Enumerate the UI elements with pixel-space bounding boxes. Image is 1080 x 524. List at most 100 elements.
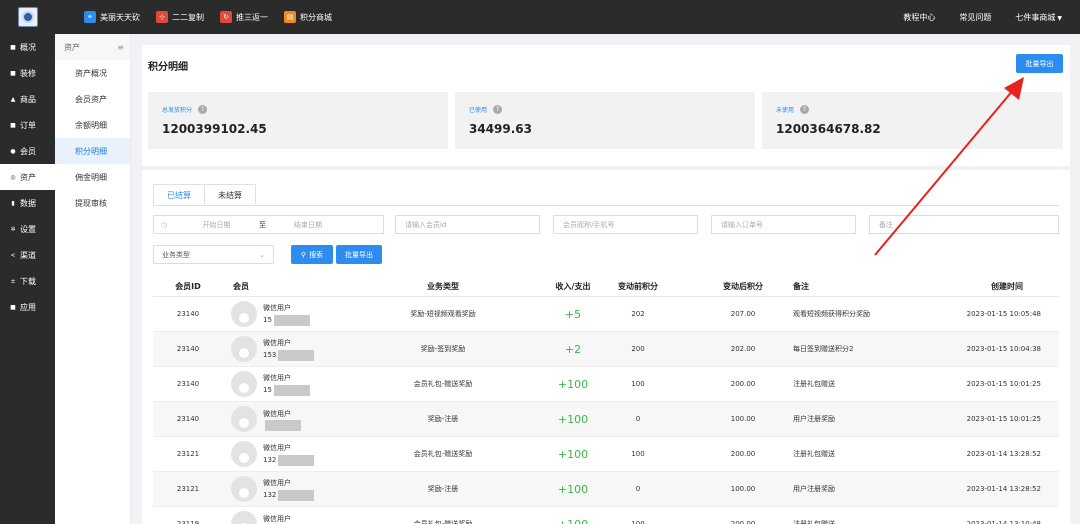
help-icon[interactable]: ? — [800, 105, 810, 114]
member-id-cell: 23121 — [176, 450, 200, 458]
member-nickname: 微信用户 — [263, 444, 291, 452]
sidebar-item-label: 装修 — [20, 68, 36, 78]
page-title: 积分明细 — [148, 62, 188, 73]
member-id-cell: 23140 — [176, 310, 200, 318]
sidebar-item-1[interactable]: ■ 装修 — [0, 60, 55, 86]
shop-menu[interactable]: 七件事商城 ▼ — [1015, 12, 1062, 23]
created-time-cell: 2023-01-14 13:10:48 — [966, 520, 1041, 524]
business-type-cell: 会员礼包-赠送奖励 — [413, 450, 473, 458]
column-header: 备注 — [793, 281, 809, 291]
goods-icon: ▲ — [10, 95, 16, 103]
help-icon[interactable]: ? — [493, 105, 503, 114]
top-app-4[interactable]: ▤ 积分商城 — [284, 11, 332, 23]
sidebar-item-5[interactable]: ◎ 资产 — [0, 164, 55, 190]
settings-icon: ✲ — [10, 225, 16, 233]
shop-menu-label: 七件事商城 — [1015, 12, 1056, 22]
member-info: 微信用户 153 — [263, 337, 315, 361]
table-row[interactable]: 23140 微信用户 奖励-注册 +100 0 100.00 用户注册奖励 2023-01-1… — [153, 402, 1059, 437]
date-range-separator: 至 — [259, 220, 266, 229]
member-phone: 132 — [263, 456, 277, 464]
business-type-cell: 奖励-短视频观看奖励 — [410, 310, 476, 318]
after-points-cell: 200.00 — [730, 380, 756, 388]
top-app-2[interactable]: ⊹ 二二复制 — [156, 11, 204, 23]
business-type-cell: 会员礼包-赠送奖励 — [413, 520, 473, 524]
logo-emblem-icon — [22, 11, 34, 23]
sidebar-item-9[interactable]: ± 下载 — [0, 268, 55, 294]
remark-cell: 注册礼包赠送 — [793, 450, 835, 458]
sidebar-item-label: 下载 — [20, 276, 36, 286]
top-app-3[interactable]: ↻ 推三返一 — [220, 11, 268, 23]
business-type-cell: 奖励-注册 — [427, 415, 459, 423]
remark-input[interactable]: 备注 — [869, 215, 1059, 234]
help-icon[interactable]: ? — [198, 105, 208, 114]
table-row[interactable]: 23140 微信用户 15 会员礼包-赠送奖励 +100 100 200.00 注册礼包赠送 2… — [153, 367, 1059, 402]
top-links: 教程中心 常见问题 七件事商城 ▼ — [879, 0, 1062, 34]
sub-sidebar-items: 资产概况 会员资产 余额明细 积分明细 佣金明细 提现审核 — [55, 60, 130, 216]
sidebar-item-6[interactable]: ▮ 数据 — [0, 190, 55, 216]
decor-icon: ■ — [10, 69, 16, 77]
sub-sidebar-item-1[interactable]: 会员资产 — [55, 86, 130, 112]
member-info: 微信用户 — [263, 513, 301, 524]
end-date-input[interactable]: 结束日期 — [279, 220, 383, 230]
asset-icon: ◎ — [10, 173, 16, 181]
stat-value: 1200399102.45 — [162, 122, 267, 136]
summary-card: 积分明细 批量导出 总发放积分? 1200399102.45 已使用? 3449… — [142, 45, 1070, 166]
sidebar-item-8[interactable]: < 渠道 — [0, 242, 55, 268]
member-phone-row — [263, 419, 301, 431]
stat-label: 未使用 — [776, 107, 795, 114]
table-row[interactable]: 23140 微信用户 153 奖励-签到奖励 +2 200 202.00 每日签到赠送积分2 2… — [153, 332, 1059, 367]
records-card: 已结算 未结算 ◷ 开始日期 至 结束日期 请输入会员id 会员昵称/手机号 请… — [142, 170, 1070, 524]
member-phone-row: 153 — [263, 349, 315, 361]
sub-sidebar-item-0[interactable]: 资产概况 — [55, 60, 130, 86]
member-id-cell: 23121 — [176, 485, 200, 493]
apps-icon: ■ — [10, 303, 16, 311]
sidebar-item-4[interactable]: ● 会员 — [0, 138, 55, 164]
batch-export-button-top[interactable]: 批量导出 — [1016, 54, 1063, 73]
member-phone: 15 — [263, 316, 272, 324]
user-silhouette-icon — [239, 418, 249, 428]
faq-link[interactable]: 常见问题 — [959, 12, 991, 23]
sidebar-item-10[interactable]: ■ 应用 — [0, 294, 55, 320]
sub-sidebar-item-2[interactable]: 余额明细 — [55, 112, 130, 138]
table-row[interactable]: 23119 微信用户 会员礼包-赠送奖励 +100 100 200.00 注册礼包赠送 202… — [153, 507, 1059, 524]
order-number-input[interactable]: 请输入订单号 — [711, 215, 856, 234]
sub-sidebar-item-4[interactable]: 佣金明细 — [55, 164, 130, 190]
after-points-cell: 207.00 — [730, 310, 756, 318]
channel-icon: < — [10, 251, 16, 259]
collapse-menu-icon[interactable]: ≡ — [117, 43, 124, 52]
tutorial-link[interactable]: 教程中心 — [903, 12, 935, 23]
table-row[interactable]: 23140 微信用户 15 奖励-短视频观看奖励 +5 202 207.00 观看短视频获得积… — [153, 297, 1059, 332]
business-type-select[interactable]: 业务类型 ⌄ — [153, 245, 274, 264]
tab-settled[interactable]: 已结算 — [153, 184, 205, 206]
search-button[interactable]: ⚲ 搜索 — [291, 245, 333, 264]
sidebar-item-3[interactable]: ■ 订单 — [0, 112, 55, 138]
sub-sidebar-item-3[interactable]: 积分明细 — [55, 138, 130, 164]
chevron-down-icon: ⌄ — [259, 250, 265, 259]
sidebar-item-0[interactable]: ■ 概况 — [0, 34, 55, 60]
sidebar-item-7[interactable]: ✲ 设置 — [0, 216, 55, 242]
top-app-1[interactable]: ⚭ 美丽天天砍 — [84, 11, 140, 23]
sub-sidebar-item-5[interactable]: 提现审核 — [55, 190, 130, 216]
member-id-cell: 23140 — [176, 415, 200, 423]
top-app-label: 推三返一 — [236, 12, 268, 22]
remark-cell: 注册礼包赠送 — [793, 380, 835, 388]
sidebar-item-label: 渠道 — [20, 250, 36, 260]
table-row[interactable]: 23121 微信用户 132 奖励-注册 +100 0 100.00 用户注册奖励 2023-0… — [153, 472, 1059, 507]
order-icon: ■ — [10, 121, 16, 129]
app-logo[interactable] — [18, 7, 38, 27]
nickname-phone-input[interactable]: 会员昵称/手机号 — [553, 215, 698, 234]
sub-sidebar-title: 资产 — [64, 42, 80, 52]
member-cell: 微信用户 — [231, 507, 361, 524]
date-range-picker[interactable]: ◷ 开始日期 至 结束日期 — [153, 215, 384, 234]
start-date-input[interactable]: 开始日期 — [174, 220, 259, 230]
table-row[interactable]: 23121 微信用户 132 会员礼包-赠送奖励 +100 100 200.00 注册礼包赠送… — [153, 437, 1059, 472]
referral-icon: ↻ — [220, 11, 232, 23]
sidebar-item-2[interactable]: ▲ 商品 — [0, 86, 55, 112]
batch-export-button[interactable]: 批量导出 — [336, 245, 382, 264]
tabs-divider — [153, 205, 1059, 206]
before-points-cell: 100 — [631, 450, 645, 458]
tab-unsettled[interactable]: 未结算 — [205, 184, 256, 206]
sidebar-item-label: 订单 — [20, 120, 36, 130]
member-id-input[interactable]: 请输入会员id — [395, 215, 540, 234]
remark-cell: 用户注册奖励 — [793, 485, 835, 493]
